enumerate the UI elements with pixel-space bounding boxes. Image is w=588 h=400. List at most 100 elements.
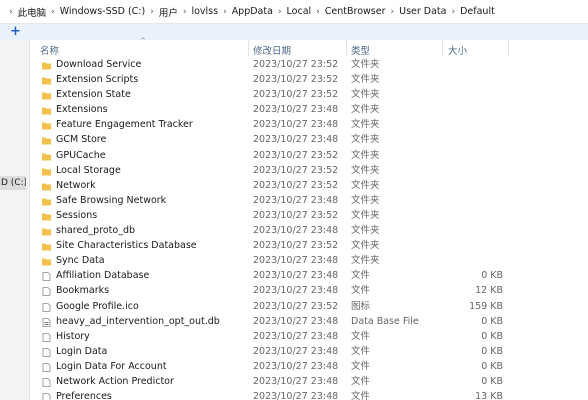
file-row[interactable]: Extensions 2023/10/27 23:48 文件夹 [36, 102, 588, 117]
file-row[interactable]: Preferences 2023/10/27 23:48 文件 13 KB [36, 389, 588, 400]
breadcrumb-separator-icon[interactable]: › [391, 7, 395, 17]
file-name: shared_proto_db [56, 225, 136, 237]
breadcrumb-item[interactable]: AppData [232, 6, 273, 17]
file-type: 文件 [351, 360, 371, 372]
file-type: 文件夹 [351, 255, 380, 267]
file-name: Bookmarks [56, 285, 110, 297]
sort-indicator-icon: ^ [140, 37, 146, 45]
file-row[interactable]: Network 2023/10/27 23:52 文件夹 [36, 178, 588, 193]
file-row[interactable]: Sessions 2023/10/27 23:52 文件夹 [36, 208, 588, 223]
column-header-size[interactable]: 大小 [448, 43, 467, 57]
file-name: heavy_ad_intervention_opt_out.db [56, 315, 220, 327]
file-type: 文件 [351, 345, 371, 357]
column-header-name[interactable]: 名称 [40, 43, 59, 57]
file-row[interactable]: Sync Data 2023/10/27 23:48 文件夹 [36, 253, 588, 268]
file-type: 文件夹 [351, 119, 380, 131]
file-row[interactable]: Login Data For Account 2023/10/27 23:48 文件… [36, 359, 588, 374]
file-type: 文件夹 [351, 134, 380, 146]
column-header-date[interactable]: 修改日期 [253, 43, 291, 57]
file-name: Network Action Predictor [56, 375, 174, 387]
breadcrumb-item[interactable]: User Data [399, 6, 446, 17]
file-row[interactable]: Feature Engagement Tracker 2023/10/27 23:… [36, 117, 588, 132]
file-date: 2023/10/27 23:48 [253, 270, 339, 282]
column-divider[interactable] [508, 40, 509, 56]
file-date: 2023/10/27 23:52 [253, 300, 339, 312]
file-size: 0 KB [481, 360, 503, 372]
file-row[interactable]: shared_proto_db 2023/10/27 23:48 文件夹 [36, 223, 588, 238]
breadcrumb-separator-icon[interactable]: › [150, 7, 154, 17]
file-row[interactable]: Network Action Predictor 2023/10/27 23:48… [36, 374, 588, 389]
column-divider[interactable] [248, 40, 249, 56]
file-type: 文件夹 [351, 74, 380, 86]
breadcrumb-item[interactable]: lovlss [191, 6, 218, 17]
file-name: Safe Browsing Network [56, 194, 167, 206]
file-name: Preferences [56, 391, 112, 400]
file-type: 文件夹 [351, 59, 380, 70]
breadcrumb-item[interactable]: 用户 [159, 5, 178, 19]
file-date: 2023/10/27 23:48 [253, 375, 339, 387]
breadcrumb-separator-icon[interactable]: › [316, 7, 320, 17]
file-row[interactable]: GPUCache 2023/10/27 23:52 文件夹 [36, 148, 588, 163]
file-name: Sessions [56, 209, 98, 221]
file-size: 0 KB [481, 270, 503, 282]
file-name: Login Data For Account [56, 360, 167, 372]
file-icon [42, 362, 51, 372]
file-name: GCM Store [56, 134, 107, 146]
column-divider[interactable] [346, 40, 347, 56]
file-date: 2023/10/27 23:52 [253, 240, 339, 252]
file-type: 文件夹 [351, 225, 380, 237]
breadcrumb-separator-icon[interactable]: › [451, 7, 455, 17]
file-list: Download Service 2023/10/27 23:52 文件夹 Exten… [36, 57, 588, 400]
file-type: 文件夹 [351, 104, 380, 116]
breadcrumb-separator-icon[interactable]: › [223, 7, 227, 17]
file-row[interactable]: History 2023/10/27 23:48 文件 0 KB [36, 329, 588, 344]
file-date: 2023/10/27 23:52 [253, 59, 339, 70]
file-row[interactable]: Login Data 2023/10/27 23:48 文件 0 KB [36, 344, 588, 359]
file-date: 2023/10/27 23:48 [253, 134, 339, 146]
breadcrumb-separator-icon[interactable]: › [183, 7, 187, 17]
file-row[interactable]: Download Service 2023/10/27 23:52 文件夹 [36, 57, 588, 72]
folder-icon [42, 181, 51, 191]
column-divider[interactable] [442, 40, 443, 56]
breadcrumb-item[interactable]: Local [287, 6, 312, 17]
folder-icon [42, 105, 51, 115]
file-type: 文件夹 [351, 89, 380, 101]
file-row[interactable]: Extension Scripts 2023/10/27 23:52 文件夹 [36, 72, 588, 87]
column-header: ^ 名称 修改日期 类型 大小 [36, 37, 588, 58]
file-row[interactable]: Safe Browsing Network 2023/10/27 23:48 文件夹 [36, 193, 588, 208]
folder-icon [42, 256, 51, 266]
file-date: 2023/10/27 23:48 [253, 285, 339, 297]
breadcrumb-item[interactable]: Windows-SSD (C:) [60, 6, 145, 17]
breadcrumb-item[interactable]: Default [460, 6, 495, 17]
file-date: 2023/10/27 23:52 [253, 89, 339, 101]
file-row[interactable]: Google Profile.ico 2023/10/27 23:52 图标 159 … [36, 299, 588, 314]
folder-icon [42, 211, 51, 221]
file-date: 2023/10/27 23:48 [253, 255, 339, 267]
file-type: 文件 [351, 270, 371, 282]
breadcrumb-separator-icon[interactable]: › [51, 7, 55, 17]
file-date: 2023/10/27 23:48 [253, 119, 339, 131]
file-row[interactable]: Bookmarks 2023/10/27 23:48 文件 12 KB [36, 283, 588, 298]
file-row[interactable]: Affiliation Database 2023/10/27 23:48 文件 0 … [36, 268, 588, 283]
file-row[interactable]: heavy_ad_intervention_opt_out.db 2023/10/… [36, 314, 588, 329]
file-type: 文件夹 [351, 209, 380, 221]
file-row[interactable]: Site Characteristics Database 2023/10/27 … [36, 238, 588, 253]
file-date: 2023/10/27 23:52 [253, 164, 339, 176]
breadcrumb-item[interactable]: CentBrowser [325, 6, 386, 17]
breadcrumb-separator-icon[interactable]: › [9, 7, 13, 17]
file-name: Site Characteristics Database [56, 240, 197, 252]
nav-item-drive[interactable]: D (C:) [0, 176, 26, 190]
column-header-type[interactable]: 类型 [351, 43, 370, 57]
breadcrumb-separator-icon[interactable]: › [278, 7, 282, 17]
file-type: 文件夹 [351, 149, 380, 161]
file-type: 文件夹 [351, 194, 380, 206]
file-row[interactable]: GCM Store 2023/10/27 23:48 文件夹 [36, 132, 588, 147]
folder-icon [42, 196, 51, 206]
add-button[interactable]: + [10, 25, 21, 39]
breadcrumb-item[interactable]: 此电脑 [18, 5, 47, 19]
file-row[interactable]: Extension State 2023/10/27 23:52 文件夹 [36, 87, 588, 102]
file-name: Extensions [56, 104, 108, 116]
file-row[interactable]: Local Storage 2023/10/27 23:52 文件夹 [36, 163, 588, 178]
breadcrumb: › 此电脑 › Windows-SSD (C:) › 用户 › lovlss › AppData ›… [0, 0, 588, 24]
folder-icon [42, 241, 51, 251]
